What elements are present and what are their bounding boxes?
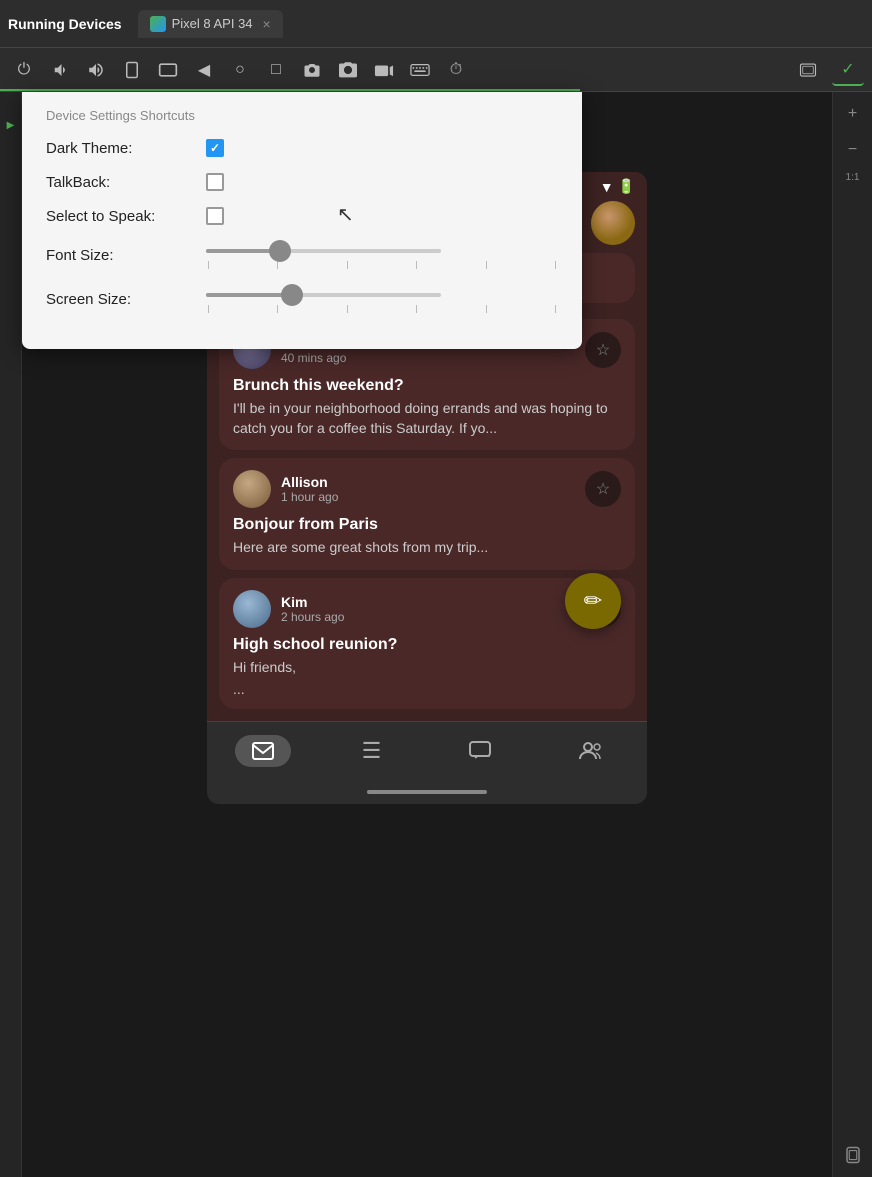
avatar <box>591 201 635 245</box>
dark-theme-checkbox[interactable] <box>206 139 224 157</box>
home-indicator <box>367 790 487 794</box>
allison-meta: Allison 1 hour ago <box>281 474 575 504</box>
allison-time: 1 hour ago <box>281 490 575 504</box>
left-sidebar: ▶ <box>0 92 22 1177</box>
rotate-landscape-button[interactable] <box>152 54 184 86</box>
screen-size-row: Screen Size: <box>46 285 558 313</box>
screen-size-label: Screen Size: <box>46 291 206 308</box>
timer-button[interactable]: ⏱ <box>440 54 472 86</box>
toolbar-progress-bar <box>0 89 580 91</box>
device-frame-toggle[interactable] <box>839 1141 867 1169</box>
allison-avatar <box>233 470 271 508</box>
ali-time: 40 mins ago <box>281 351 575 365</box>
kim-card-header: Kim 2 hours ago ☆ <box>233 590 621 628</box>
kim-message-card[interactable]: Kim 2 hours ago ☆ High school reunion? H… <box>219 578 635 710</box>
screen-size-slider-thumb[interactable] <box>281 284 303 306</box>
video-button[interactable] <box>368 54 400 86</box>
popup-title: Device Settings Shortcuts <box>46 108 558 123</box>
screen-size-slider-track <box>206 293 441 297</box>
talkback-row: TalkBack: <box>46 173 558 191</box>
allison-message-card[interactable]: Allison 1 hour ago ☆ Bonjour from Paris … <box>219 458 635 570</box>
check-button[interactable]: ✓ <box>832 54 864 86</box>
nav-mail-button[interactable] <box>235 735 291 767</box>
font-size-slider-container <box>206 241 558 269</box>
select-to-speak-row: Select to Speak: <box>46 207 558 225</box>
allison-star-button[interactable]: ☆ <box>585 471 621 507</box>
avatar-image <box>591 201 635 245</box>
zoom-in-button[interactable]: + <box>839 100 867 128</box>
title-bar: Running Devices Pixel 8 API 34 × <box>0 0 872 48</box>
nav-contacts-button[interactable] <box>563 734 619 768</box>
zoom-level-label: 1:1 <box>846 172 860 183</box>
kim-meta: Kim 2 hours ago <box>281 594 575 624</box>
font-size-label: Font Size: <box>46 247 206 264</box>
device-frame-button[interactable] <box>792 54 824 86</box>
font-size-row: Font Size: <box>46 241 558 269</box>
compose-fab-icon: ✏ <box>584 588 602 614</box>
rotate-portrait-button[interactable] <box>116 54 148 86</box>
screen-size-slider-container <box>206 285 558 313</box>
kim-time: 2 hours ago <box>281 610 575 624</box>
wifi-icon: ▼ <box>600 179 614 195</box>
tab-close-button[interactable]: × <box>263 16 271 32</box>
keyboard-button[interactable] <box>404 54 436 86</box>
app-title: Running Devices <box>8 16 122 32</box>
device-tab[interactable]: Pixel 8 API 34 × <box>138 10 283 38</box>
battery-icon: 🔋 <box>618 178 635 195</box>
allison-card-header: Allison 1 hour ago ☆ <box>233 470 621 508</box>
home-button[interactable]: ○ <box>224 54 256 86</box>
kim-subject: High school reunion? <box>233 636 621 654</box>
phone-bottom-nav: ☰ <box>207 721 647 784</box>
device-settings-popup: Device Settings Shortcuts Dark Theme: Ta… <box>22 92 582 349</box>
screen-size-slider-fill <box>206 293 288 297</box>
right-sidebar: + − 1:1 <box>832 92 872 1177</box>
kim-ellipsis: ... <box>233 681 621 697</box>
device-tab-icon <box>150 16 166 32</box>
talkback-checkbox[interactable] <box>206 173 224 191</box>
right-sidebar-bottom <box>839 1141 867 1169</box>
ali-star-button[interactable]: ☆ <box>585 332 621 368</box>
allison-preview: Here are some great shots from my trip..… <box>233 538 621 558</box>
kim-avatar <box>233 590 271 628</box>
screen-size-ticks <box>206 305 558 313</box>
zoom-out-button[interactable]: − <box>839 136 867 164</box>
message-cards-list: Ali 40 mins ago ☆ Brunch this weekend? I… <box>207 311 647 721</box>
nav-chat-button[interactable] <box>452 734 508 768</box>
talkback-checkbox-wrapper <box>206 173 224 191</box>
kim-name: Kim <box>281 594 575 610</box>
ali-subject: Brunch this weekend? <box>233 377 621 395</box>
nav-list-button[interactable]: ☰ <box>346 732 398 770</box>
overview-button[interactable]: □ <box>260 54 292 86</box>
font-size-slider-track <box>206 249 441 253</box>
cursor-pointer: ↖ <box>337 202 354 227</box>
main-layout: ▶ Device Settings Shortcuts Dark Theme: … <box>0 92 872 1177</box>
allison-name: Allison <box>281 474 575 490</box>
back-button[interactable]: ◀ <box>188 54 220 86</box>
left-sidebar-indicator: ▶ <box>5 120 16 131</box>
kim-preview: Hi friends, <box>233 658 621 678</box>
talkback-label: TalkBack: <box>46 174 206 191</box>
dark-theme-row: Dark Theme: <box>46 139 558 157</box>
font-size-slider-fill <box>206 249 277 253</box>
compose-fab[interactable]: ✏ <box>565 573 621 629</box>
font-size-ticks <box>206 261 558 269</box>
font-size-slider-thumb[interactable] <box>269 240 291 262</box>
volume-up-button[interactable] <box>80 54 112 86</box>
phone-home-bar <box>207 784 647 804</box>
dark-theme-checkbox-wrapper <box>206 139 224 157</box>
volume-down-button[interactable] <box>44 54 76 86</box>
tab-name: Pixel 8 API 34 <box>172 16 253 31</box>
select-to-speak-label: Select to Speak: <box>46 208 206 225</box>
ali-preview: I'll be in your neighborhood doing erran… <box>233 399 621 438</box>
camera-button[interactable] <box>332 54 364 86</box>
screenshot-button[interactable] <box>296 54 328 86</box>
allison-subject: Bonjour from Paris <box>233 516 621 534</box>
dark-theme-label: Dark Theme: <box>46 140 206 157</box>
power-button[interactable]: ⏻ <box>8 54 40 86</box>
toolbar-right: ✓ <box>792 54 864 86</box>
center-area: Device Settings Shortcuts Dark Theme: Ta… <box>22 92 832 1177</box>
select-to-speak-checkbox[interactable] <box>206 207 224 225</box>
select-to-speak-checkbox-wrapper <box>206 207 224 225</box>
toolbar: ⏻ ◀ ○ □ ⏱ ✓ <box>0 48 872 92</box>
